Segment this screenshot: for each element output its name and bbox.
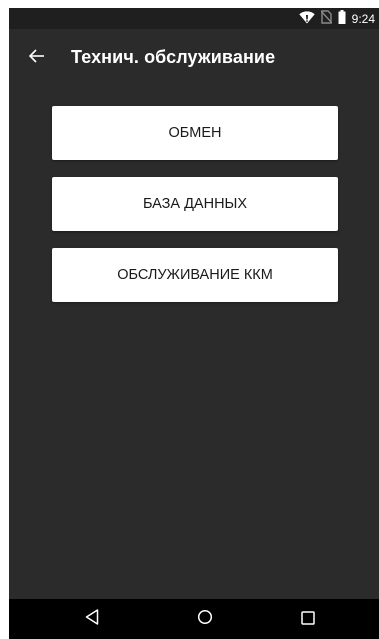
kkm-service-button[interactable]: ОБСЛУЖИВАНИЕ ККМ <box>52 248 338 302</box>
exchange-button[interactable]: ОБМЕН <box>52 106 338 160</box>
status-icons: 9:24 <box>298 8 375 29</box>
nav-recents-button[interactable] <box>288 599 328 639</box>
nav-back-button[interactable] <box>72 599 112 639</box>
arrow-left-icon <box>28 48 45 67</box>
no-sim-icon <box>320 9 333 28</box>
app-bar: Технич. обслуживание <box>9 29 379 85</box>
database-button[interactable]: БАЗА ДАННЫХ <box>52 177 338 231</box>
nav-back-icon <box>85 609 99 629</box>
back-button[interactable] <box>17 29 57 85</box>
battery-icon <box>338 9 346 28</box>
page-title: Технич. обслуживание <box>71 46 276 67</box>
status-bar: 9:24 <box>9 8 379 29</box>
nav-home-button[interactable] <box>185 599 225 639</box>
status-time: 9:24 <box>351 11 375 26</box>
nav-home-icon <box>197 609 213 629</box>
navigation-bar <box>9 599 379 639</box>
nav-recents-icon <box>301 610 315 629</box>
device-screen: 9:24 Технич. обслуживание ОБМЕН БАЗА ДАН… <box>9 8 379 639</box>
wifi-icon <box>298 9 315 28</box>
